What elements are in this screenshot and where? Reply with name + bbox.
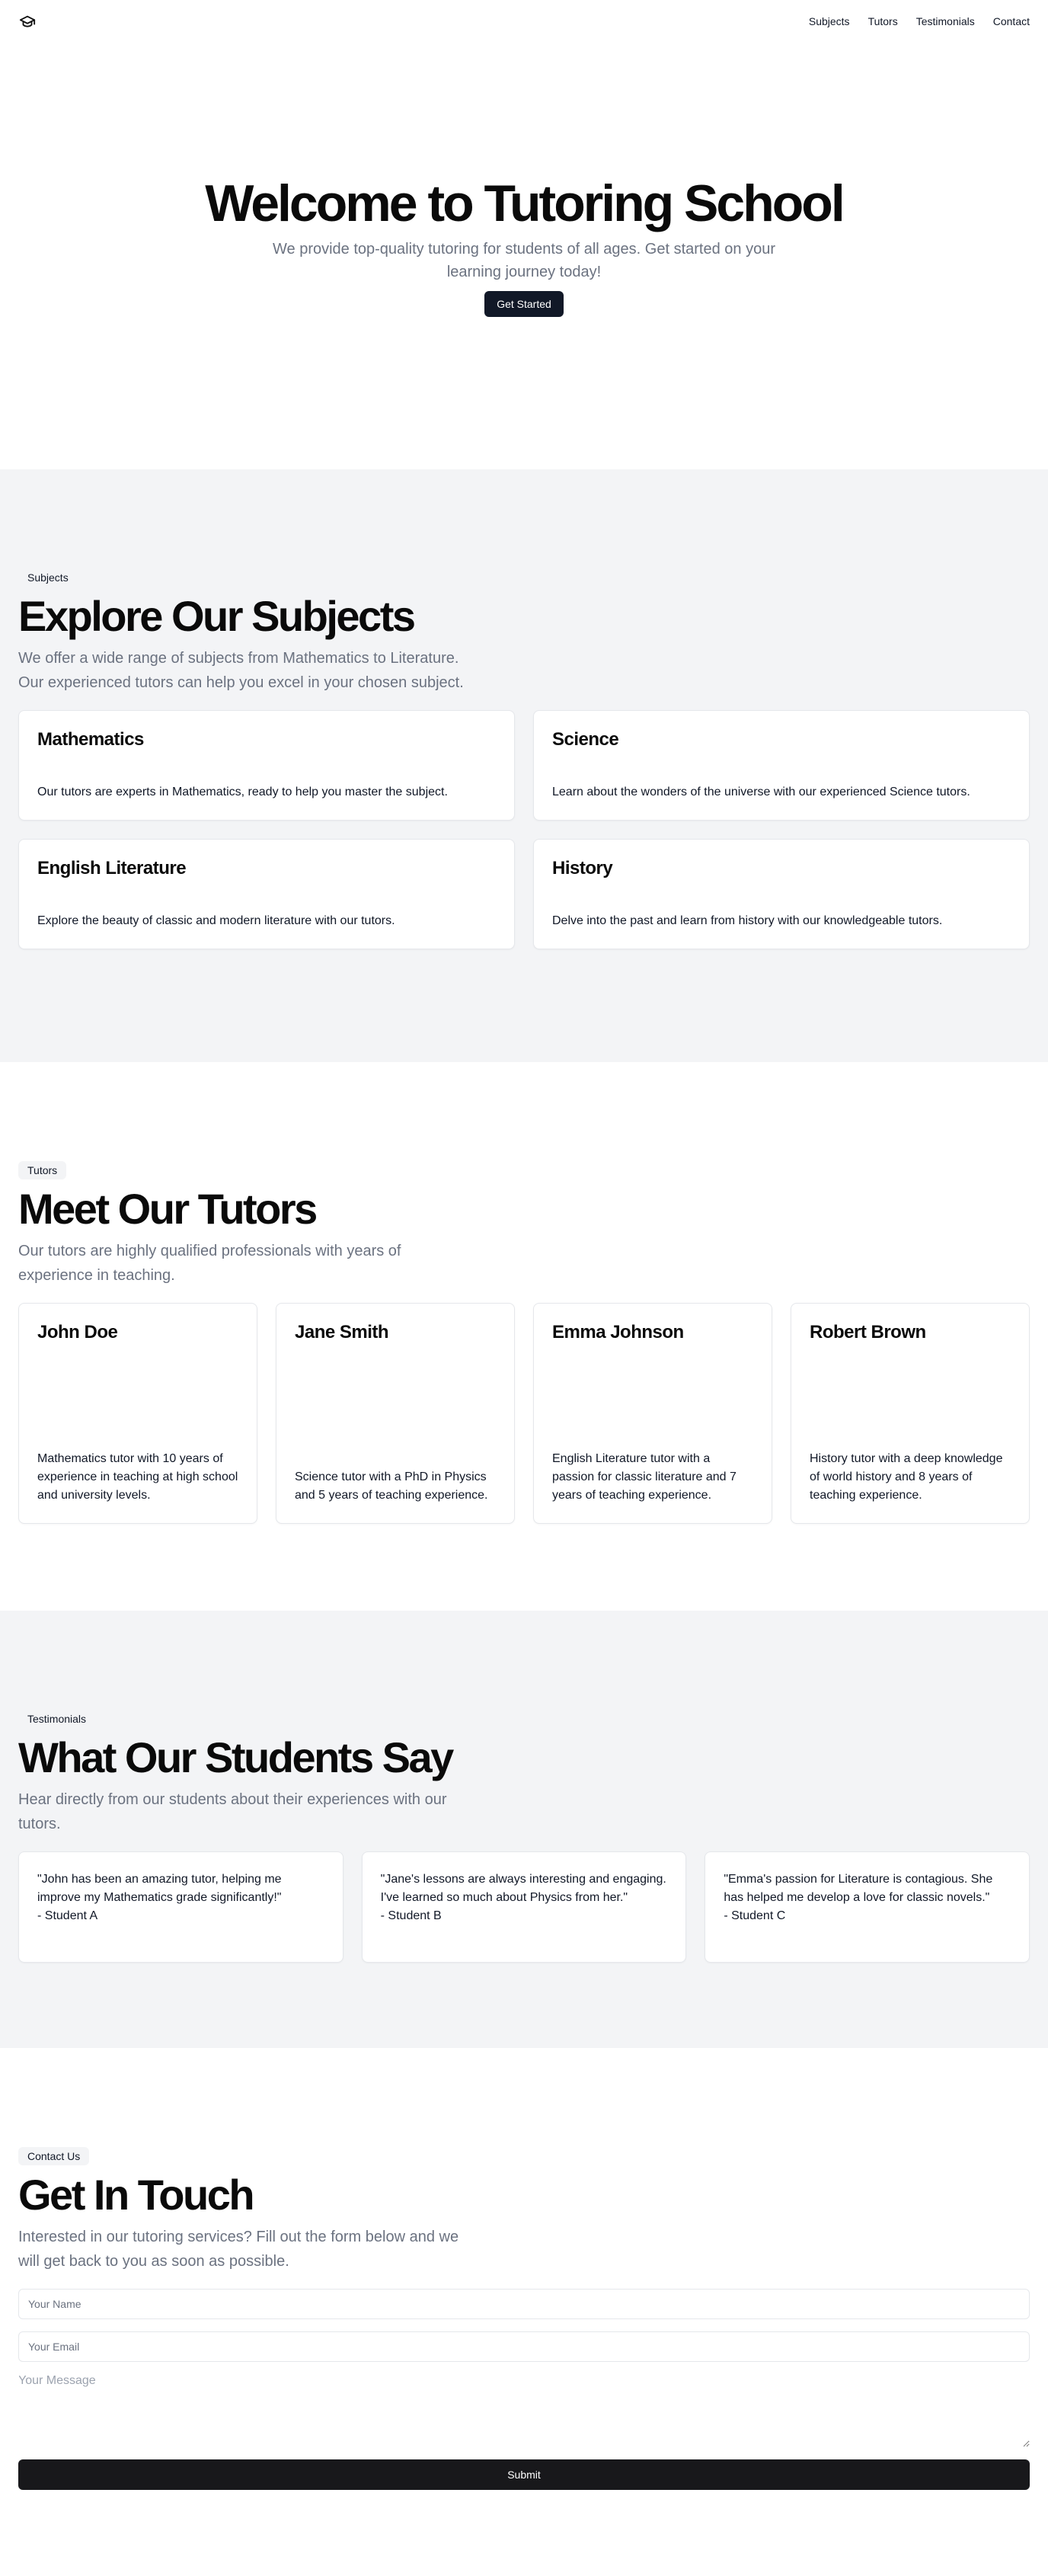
tutors-grid: John Doe Mathematics tutor with 10 years…: [18, 1302, 1030, 1524]
subject-card-history: History Delve into the past and learn fr…: [533, 838, 1030, 949]
testimonial-quote: "Emma's passion for Literature is contag…: [724, 1872, 993, 1922]
tutor-description: Science tutor with a PhD in Physics and …: [295, 1470, 488, 1502]
testimonial-card: "Jane's lessons are always interesting a…: [361, 1851, 687, 1963]
tutor-name: Emma Johnson: [552, 1321, 684, 1342]
testimonials-subtitle: Hear directly from our students about th…: [18, 1790, 447, 1832]
testimonial-card: "John has been an amazing tutor, helping…: [18, 1851, 343, 1963]
nav-link-contact[interactable]: Contact: [993, 15, 1030, 27]
testimonial-quote: "Jane's lessons are always interesting a…: [380, 1872, 666, 1922]
hero-title: Welcome to Tutoring School: [205, 174, 845, 233]
contact-badge: Contact Us: [18, 2147, 90, 2165]
subjects-grid: Mathematics Our tutors are experts in Ma…: [18, 709, 1030, 949]
tutors-subtitle: Our tutors are highly qualified professi…: [18, 1242, 401, 1284]
testimonial-card: "Emma's passion for Literature is contag…: [705, 1851, 1030, 1963]
subject-description: Learn about the wonders of the universe …: [552, 785, 970, 798]
subject-card-english-literature: English Literature Explore the beauty of…: [18, 838, 515, 949]
tutors-section: Tutors Meet Our Tutors Our tutors are hi…: [0, 1062, 1048, 1611]
hero-subtitle: We provide top-quality tutoring for stud…: [273, 240, 775, 280]
subjects-title: Explore Our Subjects: [18, 592, 416, 640]
subject-title: History: [552, 857, 613, 878]
tutor-description: History tutor with a deep knowledge of w…: [810, 1451, 1003, 1502]
name-input[interactable]: [18, 2288, 1030, 2319]
testimonials-badge: Testimonials: [18, 1710, 96, 1728]
nav-link-subjects[interactable]: Subjects: [809, 15, 850, 27]
contact-subtitle: Interested in our tutoring services? Fil…: [18, 2228, 459, 2270]
hero-section: Welcome to Tutoring School We provide to…: [0, 43, 1048, 469]
tutors-badge: Tutors: [18, 1161, 67, 1179]
subject-description: Delve into the past and learn from histo…: [552, 914, 943, 927]
subject-title: Science: [552, 728, 619, 750]
testimonials-section: Testimonials What Our Students Say Hear …: [0, 1611, 1048, 2048]
tutor-card-emma-johnson: Emma Johnson English Literature tutor wi…: [533, 1302, 772, 1524]
tutor-card-jane-smith: Jane Smith Science tutor with a PhD in P…: [276, 1302, 515, 1524]
tutor-name: Robert Brown: [810, 1321, 926, 1342]
subject-card-science: Science Learn about the wonders of the u…: [533, 709, 1030, 821]
subject-description: Our tutors are experts in Mathematics, r…: [37, 785, 448, 798]
subject-card-mathematics: Mathematics Our tutors are experts in Ma…: [18, 709, 515, 821]
tutor-name: Jane Smith: [295, 1321, 389, 1342]
nav-link-testimonials[interactable]: Testimonials: [916, 15, 975, 27]
subject-description: Explore the beauty of classic and modern…: [37, 914, 395, 927]
testimonials-title: What Our Students Say: [18, 1733, 454, 1781]
contact-title: Get In Touch: [18, 2171, 255, 2219]
nav-link-tutors[interactable]: Tutors: [868, 15, 898, 27]
email-input[interactable]: [18, 2331, 1030, 2362]
tutors-title: Meet Our Tutors: [18, 1185, 318, 1233]
subjects-section: Subjects Explore Our Subjects We offer a…: [0, 469, 1048, 1062]
tutor-description: English Literature tutor with a passion …: [552, 1451, 736, 1502]
contact-section: Contact Us Get In Touch Interested in ou…: [0, 2048, 1048, 2533]
tutor-card-robert-brown: Robert Brown History tutor with a deep k…: [791, 1302, 1030, 1524]
graduation-cap-icon[interactable]: [18, 12, 37, 30]
contact-form: Submit: [18, 2288, 1030, 2490]
submit-button[interactable]: Submit: [18, 2459, 1030, 2490]
site-header: Subjects Tutors Testimonials Contact: [0, 0, 1048, 43]
testimonial-quote: "John has been an amazing tutor, helping…: [37, 1872, 282, 1922]
message-textarea[interactable]: [18, 2373, 1030, 2447]
tutor-name: John Doe: [37, 1321, 118, 1342]
subject-title: Mathematics: [37, 728, 144, 750]
tutor-card-john-doe: John Doe Mathematics tutor with 10 years…: [18, 1302, 257, 1524]
subject-title: English Literature: [37, 857, 187, 878]
get-started-button[interactable]: Get Started: [484, 290, 564, 317]
subjects-subtitle: We offer a wide range of subjects from M…: [18, 649, 464, 691]
subjects-badge: Subjects: [18, 568, 78, 587]
main-nav: Subjects Tutors Testimonials Contact: [809, 15, 1030, 27]
tutor-description: Mathematics tutor with 10 years of exper…: [37, 1451, 238, 1502]
testimonials-grid: "John has been an amazing tutor, helping…: [18, 1851, 1030, 1963]
